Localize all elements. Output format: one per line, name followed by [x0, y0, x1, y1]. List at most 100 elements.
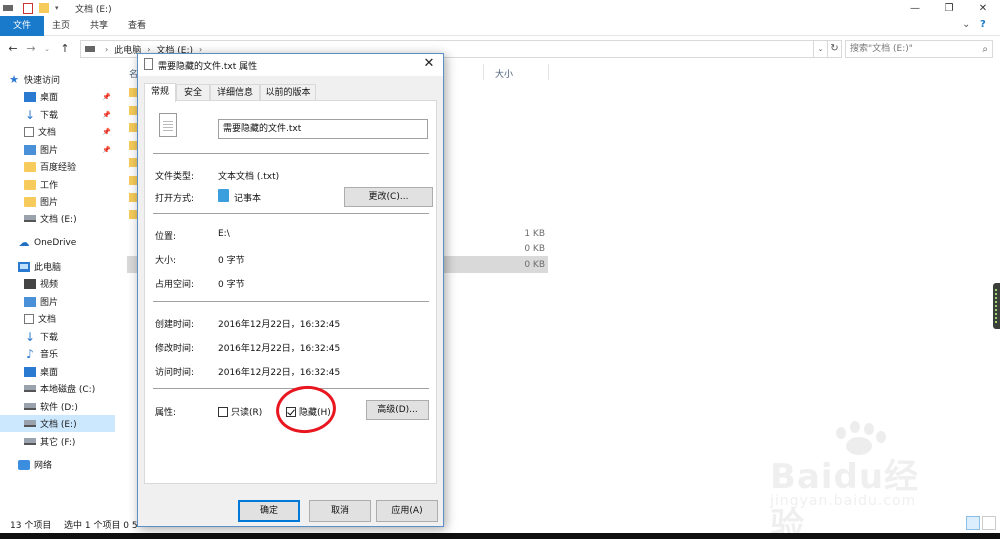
advanced-button[interactable]: 高级(D)... [366, 400, 429, 420]
column-header-size[interactable]: 大小 [495, 67, 513, 80]
location-label: 位置: [155, 232, 177, 242]
open-with-value: 记事本 [234, 194, 262, 204]
nav-this-pc[interactable]: 此电脑 [0, 258, 115, 275]
nav-item-baidu-jingyan[interactable]: 百度经验 [0, 158, 115, 175]
document-icon [24, 126, 34, 137]
change-button[interactable]: 更改(C)... [344, 187, 433, 207]
qa-dropdown-icon[interactable]: ▾ [55, 4, 59, 12]
tab-home[interactable]: 主页 [44, 16, 78, 36]
nav-network[interactable]: 网络 [0, 456, 115, 473]
pin-icon[interactable]: 📌 [102, 128, 111, 136]
tab-view[interactable]: 查看 [120, 16, 154, 36]
folder-icon [24, 196, 36, 207]
tab-security[interactable]: 安全 [176, 84, 210, 101]
watermark-url: jingyan.baidu.com [770, 493, 917, 509]
text-file-icon [159, 113, 177, 137]
column-divider[interactable] [483, 64, 484, 80]
column-divider[interactable] [548, 64, 549, 80]
window-title: 文档 (E:) [75, 5, 112, 15]
filename-field[interactable]: 需要隐藏的文件.txt [218, 119, 428, 139]
properties-icon[interactable] [23, 2, 33, 14]
pin-icon[interactable]: 📌 [102, 93, 111, 101]
nav-item-pictures-folder[interactable]: 图片 [0, 193, 115, 210]
file-size: 1 KB [524, 229, 545, 239]
dialog-title: 需要隐藏的文件.txt 属性 [158, 62, 258, 72]
help-icon[interactable]: ? [980, 19, 986, 30]
restore-button[interactable]: ❐ [932, 0, 966, 16]
search-input[interactable]: 搜索"文档 (E:)" ⌕ [845, 40, 993, 58]
details-view-button[interactable] [966, 516, 980, 530]
attributes-label: 属性: [155, 408, 177, 418]
folder-icon [24, 179, 36, 190]
nav-item-pc-desktop[interactable]: 桌面 [0, 363, 115, 380]
tab-general[interactable]: 常规 [144, 83, 176, 102]
nav-quick-access[interactable]: ★ 快速访问 [8, 71, 123, 88]
selection-info: 选中 1 个项目 0 5 [64, 521, 138, 531]
accessed-value: 2016年12月22日，16:32:45 [218, 368, 341, 378]
created-label: 创建时间: [155, 320, 195, 330]
properties-dialog: 需要隐藏的文件.txt 属性 ✕ 常规 安全 详细信息 以前的版本 需要隐藏的文… [137, 53, 444, 527]
refresh-icon[interactable]: ↻ [828, 40, 842, 58]
nav-item-drive-c[interactable]: 本地磁盘 (C:) [0, 380, 115, 397]
nav-item-drive-e-quick[interactable]: 文档 (E:) [0, 210, 115, 227]
accessed-label: 访问时间: [155, 368, 195, 378]
divider [153, 213, 429, 214]
nav-item-videos[interactable]: 视频 [0, 275, 115, 292]
nav-item-desktop[interactable]: 桌面 📌 [0, 88, 115, 105]
nav-item-downloads[interactable]: ↓ 下载 📌 [0, 106, 115, 123]
minimize-button[interactable]: — [898, 0, 932, 16]
tab-details[interactable]: 详细信息 [210, 84, 260, 101]
checkbox-box[interactable] [218, 406, 228, 417]
baidu-watermark: Baidu经验 jingyan.baidu.com [770, 421, 950, 539]
dialog-title-bar: 需要隐藏的文件.txt 属性 ✕ [138, 54, 443, 76]
ok-button[interactable]: 确定 [238, 500, 300, 522]
address-dropdown-icon[interactable]: ⌄ [814, 40, 828, 58]
tab-share[interactable]: 共享 [82, 16, 116, 36]
nav-onedrive[interactable]: ☁ OneDrive [0, 234, 115, 251]
pictures-icon [24, 296, 36, 307]
nav-item-drive-f[interactable]: 其它 (F:) [0, 433, 115, 450]
recent-dropdown-icon[interactable]: ⌄ [40, 41, 54, 57]
file-type-value: 文本文档 (.txt) [218, 172, 280, 182]
new-folder-icon[interactable] [39, 3, 49, 13]
nav-item-music[interactable]: ♪ 音乐 [0, 345, 115, 362]
ribbon-tabs: 文件 主页 共享 查看 ⌄ ? [0, 16, 1000, 36]
ribbon-expand-icon[interactable]: ⌄ [962, 19, 970, 30]
tab-previous-versions[interactable]: 以前的版本 [260, 84, 316, 101]
cancel-button[interactable]: 取消 [309, 500, 371, 522]
nav-item-drive-d[interactable]: 软件 (D:) [0, 398, 115, 415]
forward-arrow-icon[interactable]: → [24, 41, 38, 57]
close-window-button[interactable]: ✕ [966, 0, 1000, 16]
drive-icon [24, 215, 36, 222]
location-value: E:\ [218, 229, 230, 239]
modified-label: 修改时间: [155, 344, 195, 354]
file-type-label: 文件类型: [155, 172, 195, 182]
pin-icon[interactable]: 📌 [102, 111, 111, 119]
nav-item-documents[interactable]: 文档 📌 [0, 123, 115, 140]
notepad-icon [218, 189, 229, 202]
pin-icon[interactable]: 📌 [102, 146, 111, 154]
back-arrow-icon[interactable]: ← [6, 41, 20, 57]
created-value: 2016年12月22日，16:32:45 [218, 320, 341, 330]
nav-item-work[interactable]: 工作 [0, 176, 115, 193]
desktop-icon [24, 91, 36, 102]
nav-item-pc-downloads[interactable]: ↓ 下载 [0, 328, 115, 345]
dialog-close-button[interactable]: ✕ [421, 56, 437, 72]
divider [153, 153, 429, 154]
open-with-label: 打开方式: [155, 194, 195, 204]
readonly-checkbox[interactable]: 只读(R) [218, 405, 262, 418]
apply-button[interactable]: 应用(A) [376, 500, 438, 522]
up-arrow-icon[interactable]: ↑ [58, 41, 72, 57]
taskbar [0, 533, 1000, 539]
side-widget-handle[interactable] [993, 283, 1000, 329]
tab-file[interactable]: 文件 [0, 16, 44, 36]
modified-value: 2016年12月22日，16:32:45 [218, 344, 341, 354]
desktop-icon [24, 366, 36, 377]
star-icon: ★ [9, 72, 19, 86]
download-arrow-icon: ↓ [24, 107, 36, 122]
nav-item-drive-e[interactable]: 文档 (E:) [0, 415, 115, 432]
nav-item-pictures[interactable]: 图片 📌 [0, 141, 115, 158]
large-icons-view-button[interactable] [982, 516, 996, 530]
nav-item-pc-documents[interactable]: 文档 [0, 310, 115, 327]
nav-item-pc-pictures[interactable]: 图片 [0, 293, 115, 310]
